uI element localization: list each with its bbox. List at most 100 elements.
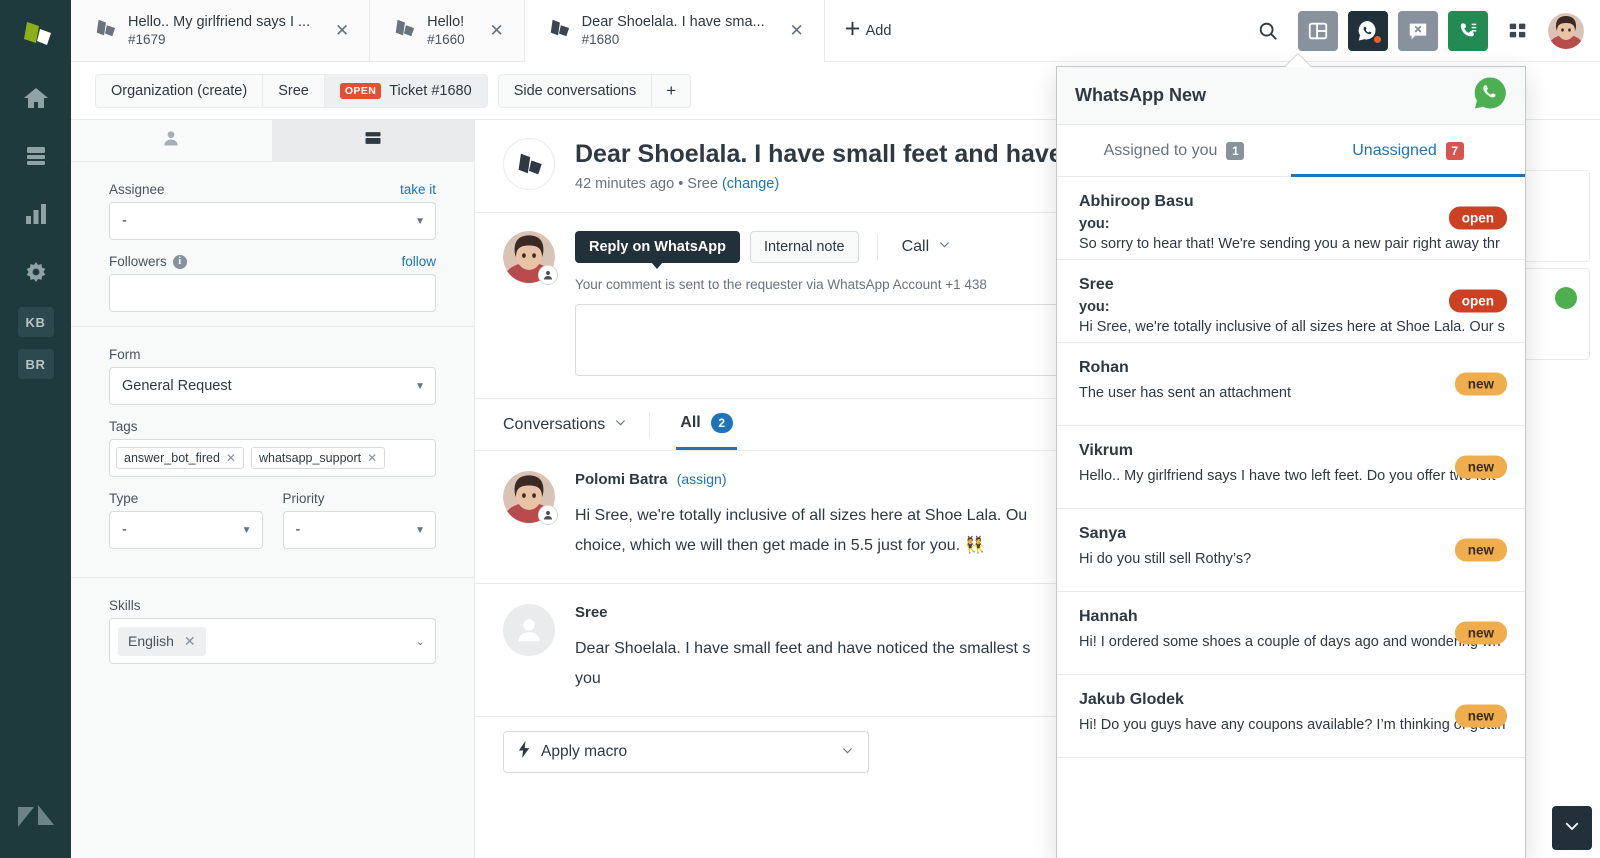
all-tab-label: All: [680, 414, 701, 431]
list-item[interactable]: Hannah Hi! I ordered some shoes a couple…: [1057, 592, 1525, 675]
search-icon[interactable]: [1248, 11, 1288, 51]
breadcrumb-requester[interactable]: Sree: [263, 74, 325, 107]
whatsapp-popover-header: WhatsApp New: [1057, 67, 1525, 125]
breadcrumb-ticket[interactable]: OPEN Ticket #1680: [324, 74, 487, 107]
chevron-down-icon: ▼: [241, 524, 252, 536]
sidebar-item-admin[interactable]: [14, 250, 58, 294]
shoelala-tab-icon: [547, 17, 571, 44]
skills-label: Skills: [109, 598, 141, 613]
meta-separator: •: [678, 176, 684, 192]
close-icon[interactable]: ✕: [486, 20, 508, 42]
layout-panels-icon[interactable]: [1298, 10, 1338, 51]
change-requester-link[interactable]: (change): [722, 176, 779, 192]
conversation-preview: Hi Sree, we're totally inclusive of all …: [1079, 319, 1505, 335]
unread-dot-badge: [1373, 34, 1382, 44]
properties-tabs: [71, 120, 474, 162]
skill-label: English: [128, 633, 174, 649]
status-badge: new: [1454, 455, 1507, 479]
form-select[interactable]: General Request ▼: [109, 367, 436, 405]
close-icon[interactable]: ✕: [786, 20, 808, 42]
collapse-panel-button[interactable]: [1552, 806, 1592, 850]
apps-grid-icon[interactable]: [1498, 11, 1538, 51]
tag-label: whatsapp_support: [258, 451, 362, 465]
sidebar-app-kb[interactable]: KB: [17, 307, 54, 337]
assignee-select[interactable]: - ▼: [109, 202, 436, 240]
list-item[interactable]: Abhiroop Basu you: So sorry to hear that…: [1057, 177, 1525, 260]
close-icon[interactable]: ✕: [331, 20, 353, 42]
conversations-dropdown[interactable]: Conversations: [503, 416, 649, 434]
conversation-preview: Hello.. My girlfriend says I have two le…: [1079, 468, 1496, 484]
tag-chip[interactable]: answer_bot_fired ✕: [116, 447, 244, 469]
conversation-you-prefix: you:: [1079, 299, 1110, 315]
tab-ticket-fields[interactable]: [272, 120, 474, 161]
skill-chip[interactable]: English ✕: [118, 626, 206, 656]
avatar[interactable]: [1548, 12, 1584, 49]
form-row: Form: [109, 347, 436, 362]
tab-reply-on-whatsapp[interactable]: Reply on WhatsApp: [575, 231, 740, 269]
messaging-dismiss-icon[interactable]: [1398, 10, 1438, 51]
tab-ticket-number: #1679: [128, 32, 166, 47]
info-icon[interactable]: i: [172, 254, 187, 269]
tab-user-profile[interactable]: [71, 120, 273, 161]
ticket-tab-1679[interactable]: Hello.. My girlfriend says I ... #1679 ✕: [71, 0, 371, 61]
tab-assigned-to-you[interactable]: Assigned to you 1: [1057, 125, 1291, 176]
take-it-link[interactable]: take it: [400, 182, 436, 197]
sidebar-item-reporting[interactable]: [14, 192, 58, 236]
agent-badge-icon: [538, 265, 558, 285]
status-badge: new: [1454, 621, 1507, 645]
ticket-tab-1660[interactable]: Hello! #1660 ✕: [370, 0, 525, 61]
add-tab-button[interactable]: Add: [825, 0, 912, 61]
followers-input[interactable]: [109, 274, 436, 312]
type-label: Type: [109, 491, 139, 506]
list-item[interactable]: Rohan The user has sent an attachment ne…: [1057, 343, 1525, 426]
followers-row: Followers i follow: [109, 254, 436, 269]
ticket-brand-avatar: [503, 138, 555, 190]
close-icon[interactable]: ✕: [367, 451, 377, 465]
ticket-time: 42 minutes ago: [575, 176, 675, 192]
status-badge: new: [1454, 372, 1507, 396]
whatsapp-panel-title: WhatsApp New: [1075, 85, 1207, 105]
ticket-tab-bar: Hello.. My girlfriend says I ... #1679 ✕…: [71, 0, 1600, 62]
conversation-name: Vikrum: [1079, 442, 1133, 459]
type-value: -: [122, 522, 127, 538]
priority-select[interactable]: - ▼: [282, 511, 436, 549]
phone-call-icon[interactable]: [1448, 10, 1488, 51]
chevron-down-icon[interactable]: ⌄: [416, 635, 425, 648]
list-item[interactable]: Sanya Hi do you still sell Rothy’s? new: [1057, 509, 1525, 592]
tab-title: Hello.. My girlfriend says I ...: [128, 14, 311, 30]
sidebar-item-home[interactable]: [14, 76, 58, 120]
whatsapp-logo-icon: [1473, 76, 1507, 115]
list-item[interactable]: Sree you: Hi Sree, we're totally inclusi…: [1057, 260, 1525, 343]
add-side-conversation-button[interactable]: +: [652, 75, 690, 107]
apply-macro-button[interactable]: Apply macro: [503, 731, 869, 773]
status-badge: open: [1448, 289, 1507, 313]
close-icon[interactable]: ✕: [184, 633, 196, 650]
tab-all-conversations[interactable]: All 2: [676, 399, 737, 450]
skills-input[interactable]: English ✕ ⌄: [109, 618, 436, 664]
list-item[interactable]: Vikrum Hello.. My girlfriend says I have…: [1057, 426, 1525, 509]
sidebar-item-views[interactable]: [14, 134, 58, 178]
tab-internal-note[interactable]: Internal note: [749, 231, 859, 263]
tab-unassigned[interactable]: Unassigned 7: [1291, 125, 1525, 177]
side-conversations-button[interactable]: Side conversations: [499, 74, 653, 107]
assign-link[interactable]: (assign): [677, 471, 727, 487]
topbar-actions: [1248, 0, 1600, 61]
tag-chip[interactable]: whatsapp_support ✕: [250, 447, 386, 469]
ticket-requester: Sree: [687, 176, 718, 192]
tab-unassigned-count: 7: [1445, 141, 1464, 160]
tags-input[interactable]: answer_bot_fired ✕ whatsapp_support ✕: [109, 439, 436, 477]
divider: [876, 234, 878, 260]
breadcrumb-requester-label: Sree: [278, 82, 309, 99]
ticket-tab-1680[interactable]: Dear Shoelala. I have sma... #1680 ✕: [524, 0, 825, 62]
whatsapp-chat-icon[interactable]: [1348, 10, 1388, 51]
tab-call[interactable]: Call: [896, 238, 958, 256]
sidebar-app-br[interactable]: BR: [17, 349, 54, 379]
type-select[interactable]: - ▼: [109, 511, 263, 549]
priority-row: Priority: [283, 491, 437, 506]
form-label: Form: [109, 347, 141, 362]
list-item[interactable]: Jakub Glodek Hi! Do you guys have any co…: [1057, 675, 1525, 758]
breadcrumb-organization[interactable]: Organization (create): [96, 74, 264, 107]
tag-label: answer_bot_fired: [124, 451, 220, 465]
follow-link[interactable]: follow: [401, 254, 436, 269]
close-icon[interactable]: ✕: [226, 451, 236, 465]
